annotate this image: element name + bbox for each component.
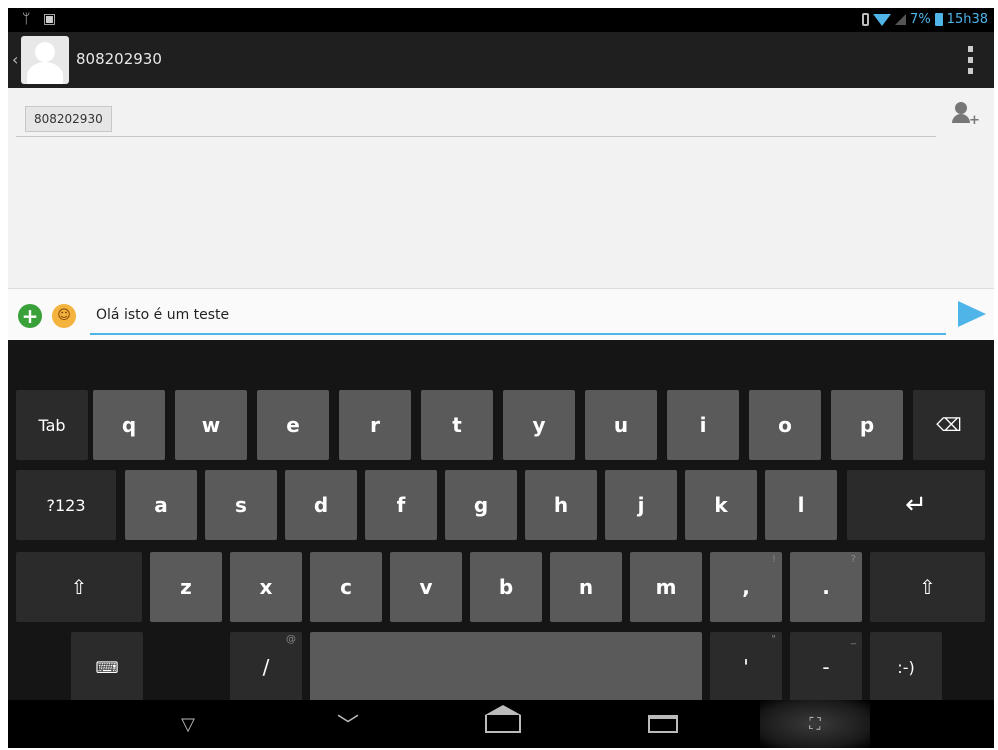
status-right: 7% 15h38 [862, 12, 988, 27]
key-comma[interactable]: , ! [710, 552, 782, 622]
key-symbols[interactable]: ?123 [16, 470, 116, 540]
status-left-icons: ᛘ ▣ [22, 11, 64, 27]
overflow-menu-icon[interactable] [968, 46, 974, 74]
battery-percent: 7% [910, 12, 931, 27]
key-l[interactable]: l [765, 470, 837, 540]
compose-bar: + ☺ [8, 288, 994, 340]
key-apostrophe-label: ' [743, 655, 749, 679]
key-dash[interactable]: - _ [790, 632, 862, 702]
key-h[interactable]: h [525, 470, 597, 540]
attach-icon[interactable]: + [18, 304, 42, 328]
emoji-icon[interactable]: ☺ [52, 304, 76, 328]
key-u[interactable]: u [585, 390, 657, 460]
key-b[interactable]: b [470, 552, 542, 622]
key-e[interactable]: e [257, 390, 329, 460]
key-enter[interactable]: ↵ [847, 470, 985, 540]
avatar-head [35, 42, 55, 62]
key-d[interactable]: d [285, 470, 357, 540]
recent-apps-icon [648, 715, 678, 733]
screen: ᛘ ▣ 7% 15h38 ‹ 808202930 808202930 + + ☺… [8, 8, 994, 748]
screenshot-button[interactable]: ⛶ [760, 700, 870, 748]
key-g[interactable]: g [445, 470, 517, 540]
action-bar: ‹ 808202930 [8, 32, 994, 88]
signal-icon [895, 14, 907, 25]
key-y[interactable]: y [503, 390, 575, 460]
key-comma-label: , [742, 575, 750, 599]
home-icon [485, 705, 521, 733]
keyboard: Tab q w e r t y u i o p ⌫ ?123 a s d f g… [8, 340, 994, 702]
key-dash-label: - [822, 655, 830, 679]
key-n[interactable]: n [550, 552, 622, 622]
key-i[interactable]: i [667, 390, 739, 460]
key-period-label: . [822, 575, 830, 599]
key-s[interactable]: s [205, 470, 277, 540]
chevron-left-icon[interactable]: ‹ [12, 50, 18, 69]
conversation-title: 808202930 [76, 50, 162, 68]
key-smiley[interactable]: :-) [870, 632, 942, 702]
key-comma-hint: ! [771, 554, 776, 565]
key-q[interactable]: q [93, 390, 165, 460]
recent-apps-button[interactable] [638, 700, 688, 748]
add-contact-icon[interactable]: + [952, 102, 980, 128]
key-z[interactable]: z [150, 552, 222, 622]
key-r[interactable]: r [339, 390, 411, 460]
key-f[interactable]: f [365, 470, 437, 540]
key-tab[interactable]: Tab [16, 390, 88, 460]
key-slash-label: / [262, 655, 270, 679]
key-j[interactable]: j [605, 470, 677, 540]
recipient-chip[interactable]: 808202930 [25, 106, 112, 132]
recipient-field-underline[interactable] [16, 136, 936, 137]
key-apostrophe[interactable]: ' " [710, 632, 782, 702]
send-icon[interactable] [958, 301, 986, 327]
key-x[interactable]: x [230, 552, 302, 622]
key-apostrophe-hint: " [771, 634, 776, 645]
key-t[interactable]: t [421, 390, 493, 460]
key-backspace[interactable]: ⌫ [913, 390, 985, 460]
key-shift-right[interactable]: ⇧ [870, 552, 985, 622]
key-dash-hint: _ [851, 634, 856, 645]
home-button[interactable] [478, 700, 528, 748]
key-period[interactable]: . ? [790, 552, 862, 622]
message-input[interactable] [90, 297, 946, 335]
key-w[interactable]: w [175, 390, 247, 460]
battery-icon [934, 13, 943, 26]
navigation-bar: ▽ ﹀ ⛶ [8, 700, 994, 748]
key-shift-left[interactable]: ⇧ [16, 552, 142, 622]
wifi-icon [873, 13, 892, 26]
key-k[interactable]: k [685, 470, 757, 540]
key-space[interactable] [310, 632, 702, 702]
usb-icon [862, 13, 870, 26]
usb-debug-icon: ᛘ [22, 11, 31, 27]
key-settings[interactable]: ⌨ [71, 632, 143, 702]
key-slash-hint: @ [286, 634, 296, 645]
key-o[interactable]: o [749, 390, 821, 460]
key-c[interactable]: c [310, 552, 382, 622]
avatar[interactable] [21, 36, 69, 84]
image-notification-icon: ▣ [42, 11, 57, 27]
key-a[interactable]: a [125, 470, 197, 540]
key-v[interactable]: v [390, 552, 462, 622]
key-slash[interactable]: / @ [230, 632, 302, 702]
key-m[interactable]: m [630, 552, 702, 622]
hide-keyboard-icon[interactable]: ▽ [168, 700, 208, 748]
recipient-area: 808202930 + [8, 88, 994, 288]
key-period-hint: ? [850, 554, 856, 565]
back-button[interactable]: ﹀ [328, 700, 368, 748]
avatar-body [27, 62, 63, 84]
clock: 15h38 [946, 12, 988, 27]
status-bar: ᛘ ▣ 7% 15h38 [8, 8, 994, 32]
key-p[interactable]: p [831, 390, 903, 460]
